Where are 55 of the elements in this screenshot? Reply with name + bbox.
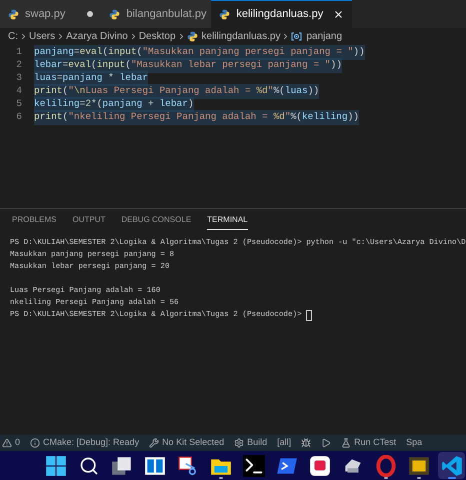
- terminal-cursor: [306, 310, 312, 320]
- line-number: 5: [15, 97, 23, 112]
- status-item[interactable]: Spa: [406, 436, 422, 450]
- panel-tab[interactable]: PROBLEMS: [12, 211, 56, 229]
- chevron-icon: [19, 32, 28, 40]
- breadcrumb-item[interactable]: Desktop: [138, 28, 176, 44]
- line-number: 1: [15, 45, 23, 60]
- tab-label: kelilingdanluas.py: [236, 7, 324, 22]
- flask-icon: [341, 438, 352, 448]
- status-item[interactable]: No Kit Selected: [149, 436, 224, 450]
- line-number: 6: [15, 110, 23, 124]
- editor-tab[interactable]: kelilingdanluas.py: [211, 0, 352, 28]
- warning-icon: [2, 438, 12, 448]
- line-number: 4: [15, 84, 23, 98]
- breadcrumb-item[interactable]: kelilingdanluas.py: [202, 28, 280, 44]
- panels-icon: [144, 454, 166, 476]
- close-icon[interactable]: [333, 9, 344, 20]
- breadcrumb-item[interactable]: Users: [29, 28, 56, 44]
- terminal-icon: [242, 454, 264, 476]
- taskbar-app[interactable]: [240, 452, 267, 479]
- play-icon[interactable]: [321, 438, 332, 448]
- ring-icon: [374, 454, 396, 476]
- variable-icon: [291, 32, 302, 40]
- breadcrumb-item[interactable]: panjang: [306, 28, 342, 44]
- windows-logo-icon: [44, 454, 66, 476]
- scissors-icon: [176, 454, 198, 476]
- python-icon: [8, 8, 19, 20]
- python-icon: [219, 9, 230, 20]
- editor-tab[interactable]: swap.py: [0, 0, 102, 28]
- overlapping-windows-icon: [110, 454, 132, 476]
- breadcrumb-item[interactable]: C:: [8, 28, 18, 44]
- editor-tab[interactable]: bilanganbulat.py: [101, 0, 212, 28]
- status-item[interactable]: CMake: [Debug]: Ready: [30, 436, 140, 450]
- line-number: 2: [15, 58, 23, 72]
- status-item[interactable]: Run CTest: [341, 436, 396, 450]
- breadcrumb-item[interactable]: Azarya Divino: [66, 28, 128, 44]
- tab-label: swap.py: [25, 6, 66, 22]
- status-item[interactable]: Build: [234, 436, 268, 450]
- app-icon: [308, 454, 330, 476]
- status-item[interactable]: 0: [2, 436, 20, 450]
- app-icon: [408, 454, 430, 476]
- panel-tab[interactable]: DEBUG CONSOLE: [121, 211, 192, 229]
- search-icon: [78, 456, 98, 476]
- status-item[interactable]: [all]: [277, 436, 292, 450]
- bug-icon[interactable]: [301, 438, 312, 448]
- python-icon: [186, 30, 198, 42]
- python-icon: [109, 8, 120, 20]
- panel-tab[interactable]: OUTPUT: [72, 211, 106, 229]
- tab-label: bilanganbulat.py: [126, 6, 206, 22]
- line-number: 3: [15, 71, 23, 86]
- panel-tab[interactable]: TERMINAL: [207, 210, 248, 230]
- gear-icon: [234, 438, 244, 448]
- info-icon: [30, 438, 40, 448]
- code-editor-icon: [440, 454, 462, 476]
- wrench-icon: [149, 438, 160, 448]
